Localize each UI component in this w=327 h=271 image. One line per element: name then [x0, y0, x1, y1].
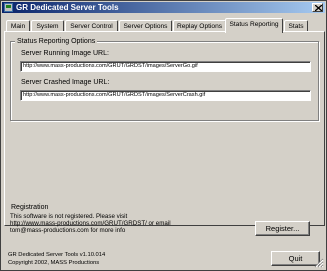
tab-panel: Status Reporting Options Server Running …	[4, 31, 325, 226]
close-icon	[315, 5, 322, 11]
running-image-label: Server Running Image URL:	[21, 50, 109, 57]
running-image-url-field[interactable]: http://www.mass-productions.com/GRUT/GRD…	[20, 61, 311, 72]
app-icon	[4, 3, 13, 12]
registration-line-1: This software is not registered. Please …	[10, 213, 128, 220]
registration-title: Registration	[9, 203, 51, 212]
divider	[5, 207, 324, 209]
group-title: Status Reporting Options	[15, 37, 98, 46]
registration-line-3: tom@mass-productions.com for more info	[10, 227, 126, 234]
register-button[interactable]: Register...	[255, 221, 310, 236]
title-bar[interactable]: GR Dedicated Server Tools	[2, 2, 325, 13]
footer-info: GR Dedicated Server Tools v1.10.014 Copy…	[8, 251, 105, 267]
copyright-text: Copyright 2002, MASS Productions	[8, 260, 100, 266]
app-window: GR Dedicated Server Tools Main System Se…	[0, 0, 327, 271]
window-title: GR Dedicated Server Tools	[16, 3, 119, 12]
status-reporting-group: Status Reporting Options Server Running …	[10, 37, 319, 121]
close-button[interactable]	[312, 3, 323, 12]
registration-message: This software is not registered. Please …	[10, 213, 171, 234]
crashed-image-url-field[interactable]: http://www.mass-productions.com/GRUT/GRD…	[20, 90, 311, 101]
crashed-image-label: Server Crashed Image URL:	[21, 79, 110, 86]
quit-button[interactable]: Quit	[271, 251, 320, 266]
resize-grip-icon[interactable]	[314, 258, 324, 268]
registration-line-2: http://www.mass-productions.com/GRUT/GRD…	[10, 220, 171, 227]
tab-strip: Main System Server Control Server Option…	[4, 18, 324, 33]
tab-status-reporting[interactable]: Status Reporting	[225, 18, 283, 33]
version-text: GR Dedicated Server Tools v1.10.014	[8, 252, 106, 258]
